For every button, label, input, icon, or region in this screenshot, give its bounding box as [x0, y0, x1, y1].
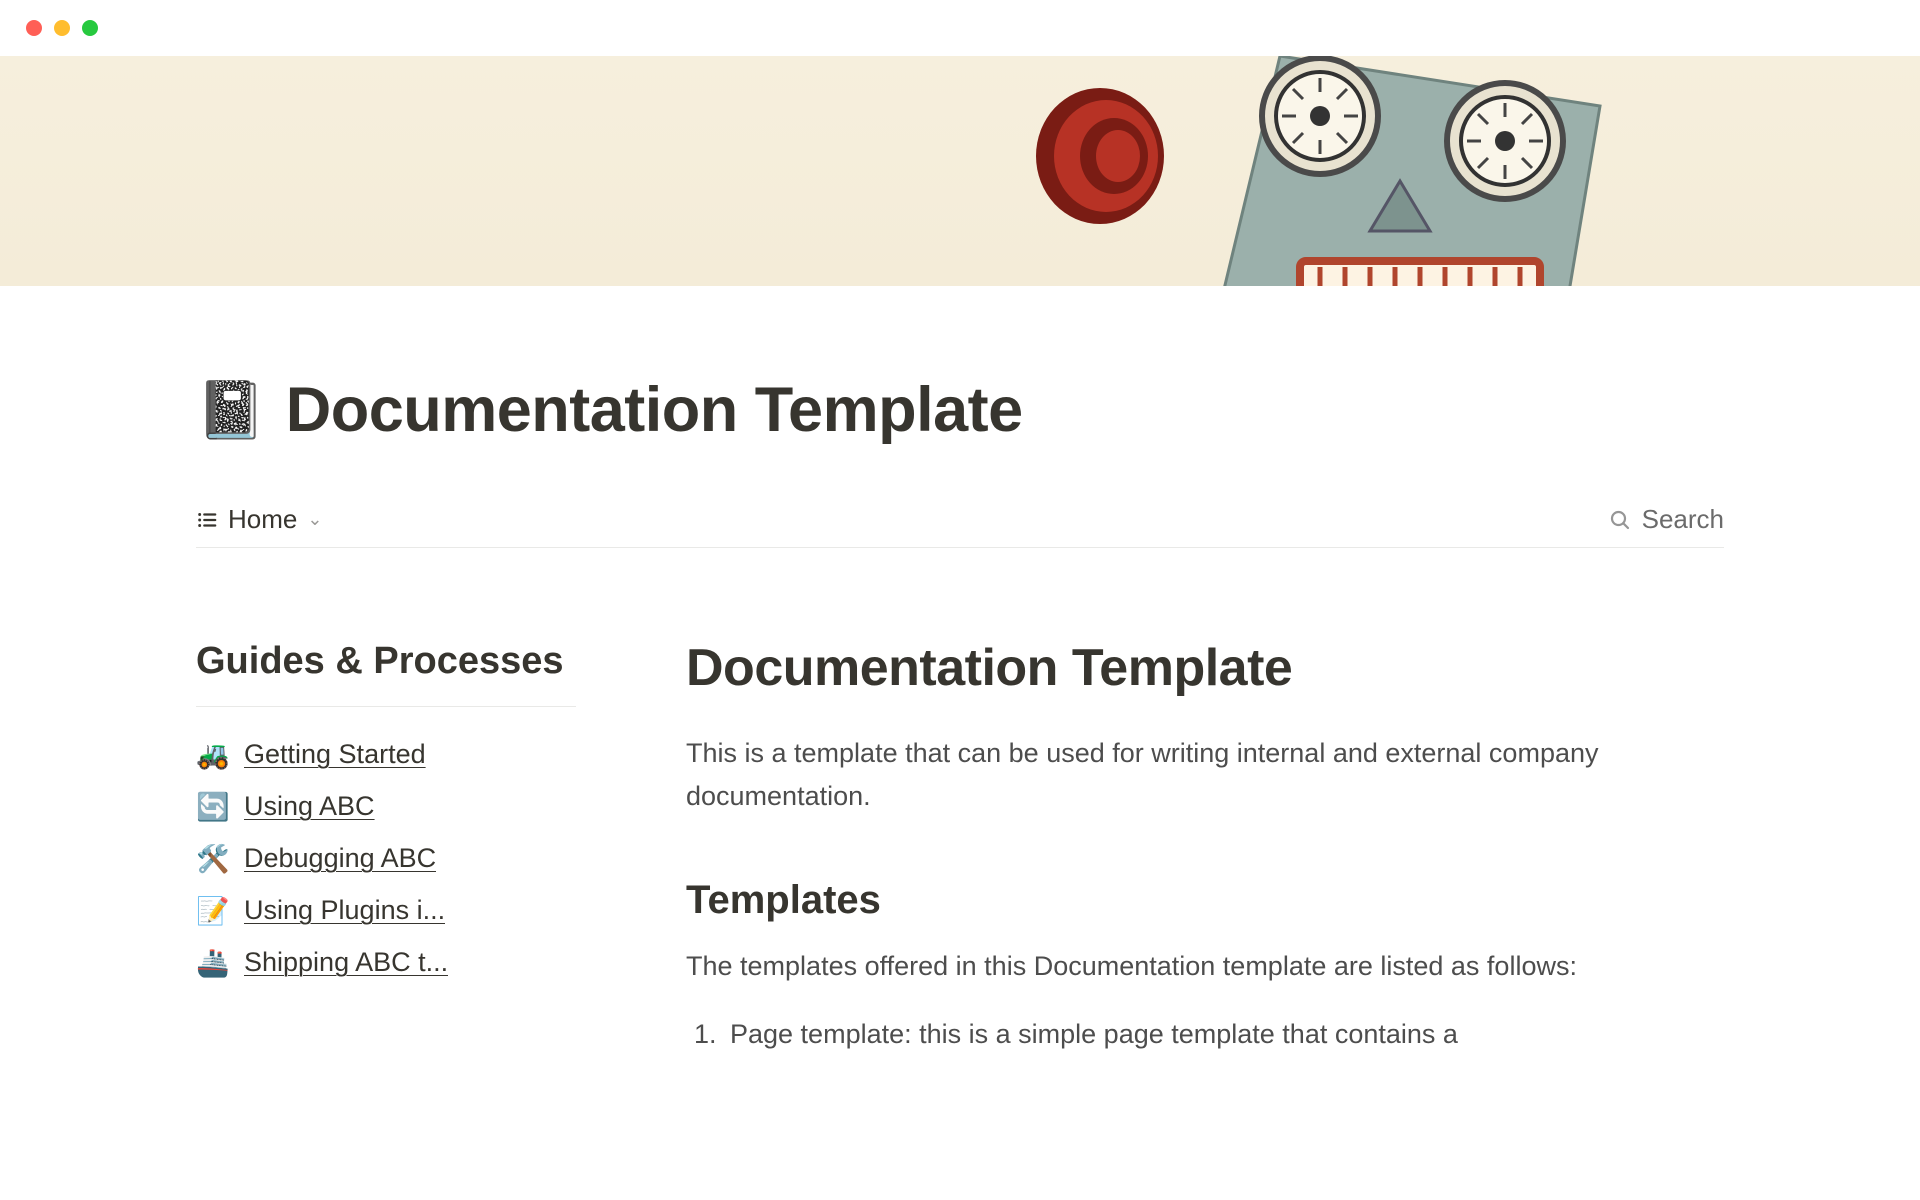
sidebar-heading: Guides & Processes — [196, 638, 576, 707]
close-window-button[interactable] — [26, 20, 42, 36]
sidebar-item-using-plugins[interactable]: 📝 Using Plugins i... — [196, 885, 576, 937]
chevron-down-icon[interactable]: ⌄ — [307, 509, 322, 530]
content-body: The templates offered in this Documentat… — [686, 945, 1646, 988]
view-toolbar: Home ⌄ Search — [196, 504, 1724, 548]
list-icon — [196, 509, 218, 531]
cover-image — [0, 56, 1920, 286]
maximize-window-button[interactable] — [82, 20, 98, 36]
content-subheading: Templates — [686, 878, 1724, 923]
search-button[interactable]: Search — [1608, 504, 1724, 535]
tractor-icon: 🚜 — [196, 739, 230, 771]
memo-icon: 📝 — [196, 895, 230, 927]
search-icon — [1608, 508, 1632, 532]
page-icon[interactable]: 📓 — [196, 382, 266, 438]
sidebar-item-debugging-abc[interactable]: 🛠️ Debugging ABC — [196, 833, 576, 885]
content-ordered-list: Page template: this is a simple page tem… — [724, 1013, 1624, 1056]
main-content: Documentation Template This is a templat… — [686, 638, 1724, 1056]
sidebar-item-using-abc[interactable]: 🔄 Using ABC — [196, 781, 576, 833]
sidebar-item-label: Debugging ABC — [244, 843, 436, 874]
list-item: Page template: this is a simple page tem… — [724, 1013, 1624, 1056]
tools-icon: 🛠️ — [196, 843, 230, 875]
sidebar: Guides & Processes 🚜 Getting Started 🔄 U… — [196, 638, 576, 1056]
ship-icon: 🚢 — [196, 947, 230, 979]
search-label: Search — [1642, 504, 1724, 535]
sidebar-item-label: Using Plugins i... — [244, 895, 445, 926]
sidebar-item-label: Using ABC — [244, 791, 375, 822]
breadcrumb[interactable]: Home ⌄ — [196, 504, 322, 535]
content-intro: This is a template that can be used for … — [686, 732, 1646, 818]
sidebar-item-shipping-abc[interactable]: 🚢 Shipping ABC t... — [196, 937, 576, 989]
sidebar-item-label: Shipping ABC t... — [244, 947, 448, 978]
sidebar-item-label: Getting Started — [244, 739, 426, 770]
sidebar-item-getting-started[interactable]: 🚜 Getting Started — [196, 729, 576, 781]
window-titlebar — [0, 0, 1920, 56]
breadcrumb-label: Home — [228, 504, 297, 535]
content-title: Documentation Template — [686, 638, 1724, 698]
refresh-icon: 🔄 — [196, 791, 230, 823]
minimize-window-button[interactable] — [54, 20, 70, 36]
page-title: Documentation Template — [286, 374, 1023, 446]
